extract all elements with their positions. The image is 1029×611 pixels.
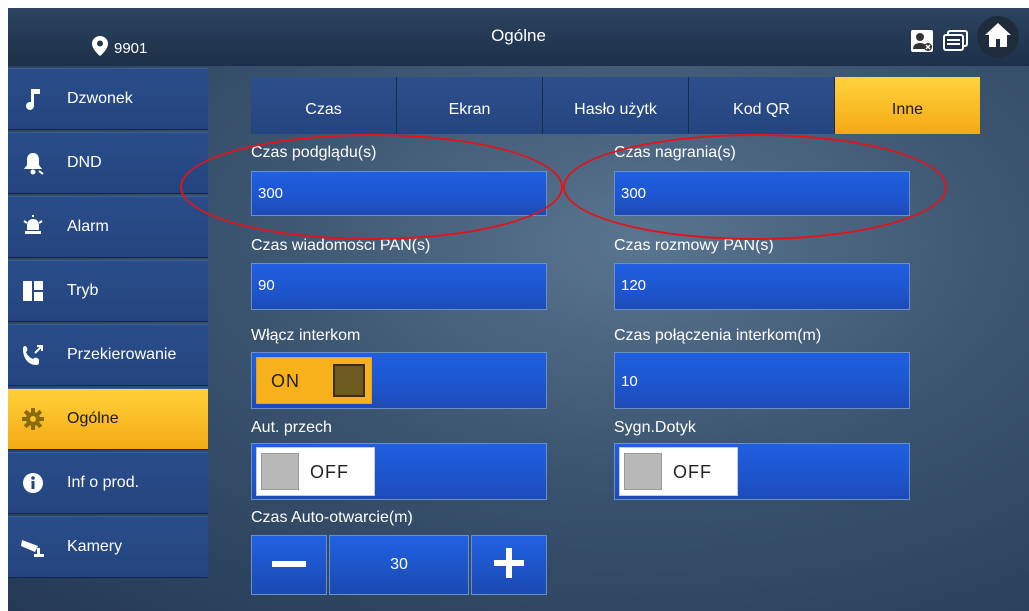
decrement-button[interactable] — [251, 535, 327, 595]
plus-icon — [494, 547, 524, 583]
toggle-state-label: OFF — [673, 462, 712, 482]
sidebar-item-info[interactable]: Inf o prod. — [8, 452, 208, 514]
sidebar-item-dnd[interactable]: DND — [8, 132, 208, 194]
intercom-enable-label: Włącz interkom — [251, 327, 361, 344]
auto-open-time-label: Czas Auto-otwarcie(m) — [251, 509, 413, 526]
touch-signal-toggle[interactable]: OFF — [619, 447, 738, 496]
sidebar-item-alarm[interactable]: Alarm — [8, 196, 208, 258]
tab-ekran[interactable]: Ekran — [397, 77, 543, 134]
intercom-call-time-value: 10 — [621, 373, 638, 390]
toggle-knob — [624, 453, 662, 490]
pan-talk-time-input[interactable]: 120 — [614, 263, 910, 310]
camera-icon — [20, 534, 46, 560]
info-icon — [20, 470, 46, 496]
sidebar-item-label: Tryb — [67, 282, 99, 299]
pan-message-time-label: Czas wiadomości PAN(s) — [251, 237, 431, 254]
intercom-enable-toggle[interactable]: ON — [256, 357, 372, 404]
device-screen: 9901 Ogólne Dzwonek DND Alarm Tryb Przek… — [0, 0, 1029, 611]
tab-kod-qr[interactable]: Kod QR — [689, 77, 835, 134]
header-bar: 9901 Ogólne — [8, 8, 1029, 66]
sidebar-item-ogolne[interactable]: Ogólne — [8, 388, 208, 450]
sidebar-item-label: Inf o prod. — [67, 474, 140, 491]
screen-border-left — [0, 0, 8, 611]
message-icon[interactable] — [943, 28, 969, 54]
sidebar-item-dzwonek[interactable]: Dzwonek — [8, 68, 208, 130]
bell-icon — [20, 150, 46, 176]
intercom-call-time-label: Czas połączenia interkom(m) — [614, 327, 822, 344]
increment-button[interactable] — [471, 535, 547, 595]
sidebar-item-tryb[interactable]: Tryb — [8, 260, 208, 322]
user-status-icon[interactable] — [909, 28, 935, 54]
page-title: Ogólne — [491, 26, 546, 45]
toggle-state-label: ON — [271, 371, 300, 391]
pan-message-time-input[interactable]: 90 — [251, 263, 547, 310]
sidebar-item-label: Przekierowanie — [67, 346, 177, 363]
tab-inne[interactable]: Inne — [835, 77, 980, 134]
minus-icon — [272, 556, 306, 574]
sidebar-item-przekierowanie[interactable]: Przekierowanie — [8, 324, 208, 386]
gear-icon — [20, 406, 46, 432]
header-icons — [909, 16, 1019, 58]
home-button[interactable] — [977, 16, 1019, 58]
sidebar-item-label: Ogólne — [67, 410, 119, 427]
alarm-icon — [20, 214, 46, 240]
touch-signal-label: Sygn.Dotyk — [614, 419, 696, 436]
auto-open-time-stepper: 30 — [251, 535, 547, 595]
sidebar-item-label: DND — [67, 154, 102, 171]
tab-haslo[interactable]: Hasło użytk — [543, 77, 689, 134]
annotation-ellipse-preview-time — [180, 134, 563, 240]
toggle-knob — [333, 364, 365, 397]
intercom-enable-field: ON — [251, 352, 547, 409]
annotation-ellipse-record-time — [563, 134, 947, 240]
call-forward-icon — [20, 342, 46, 368]
tab-czas[interactable]: Czas — [251, 77, 397, 134]
layout-icon — [20, 278, 46, 304]
pan-talk-time-value: 120 — [621, 277, 647, 294]
home-icon — [984, 21, 1012, 54]
sidebar-item-label: Alarm — [67, 218, 109, 235]
sidebar-item-label: Dzwonek — [67, 90, 133, 107]
auto-switch-toggle[interactable]: OFF — [256, 447, 375, 496]
screen-border-top — [0, 0, 1029, 8]
sidebar-item-label: Kamery — [67, 538, 123, 555]
tab-bar: Czas Ekran Hasło użytk Kod QR Inne — [251, 77, 980, 134]
auto-switch-field: OFF — [251, 443, 547, 500]
toggle-state-label: OFF — [310, 462, 349, 482]
pan-message-time-value: 90 — [258, 277, 275, 294]
sidebar-item-kamery[interactable]: Kamery — [8, 516, 208, 578]
touch-signal-field: OFF — [614, 443, 910, 500]
toggle-knob — [261, 453, 299, 490]
sidebar: Dzwonek DND Alarm Tryb Przekierowanie Og… — [8, 68, 208, 611]
auto-open-time-value: 30 — [329, 535, 469, 595]
music-note-icon — [20, 86, 46, 112]
intercom-call-time-input[interactable]: 10 — [614, 352, 910, 409]
auto-switch-label: Aut. przech — [251, 419, 332, 436]
